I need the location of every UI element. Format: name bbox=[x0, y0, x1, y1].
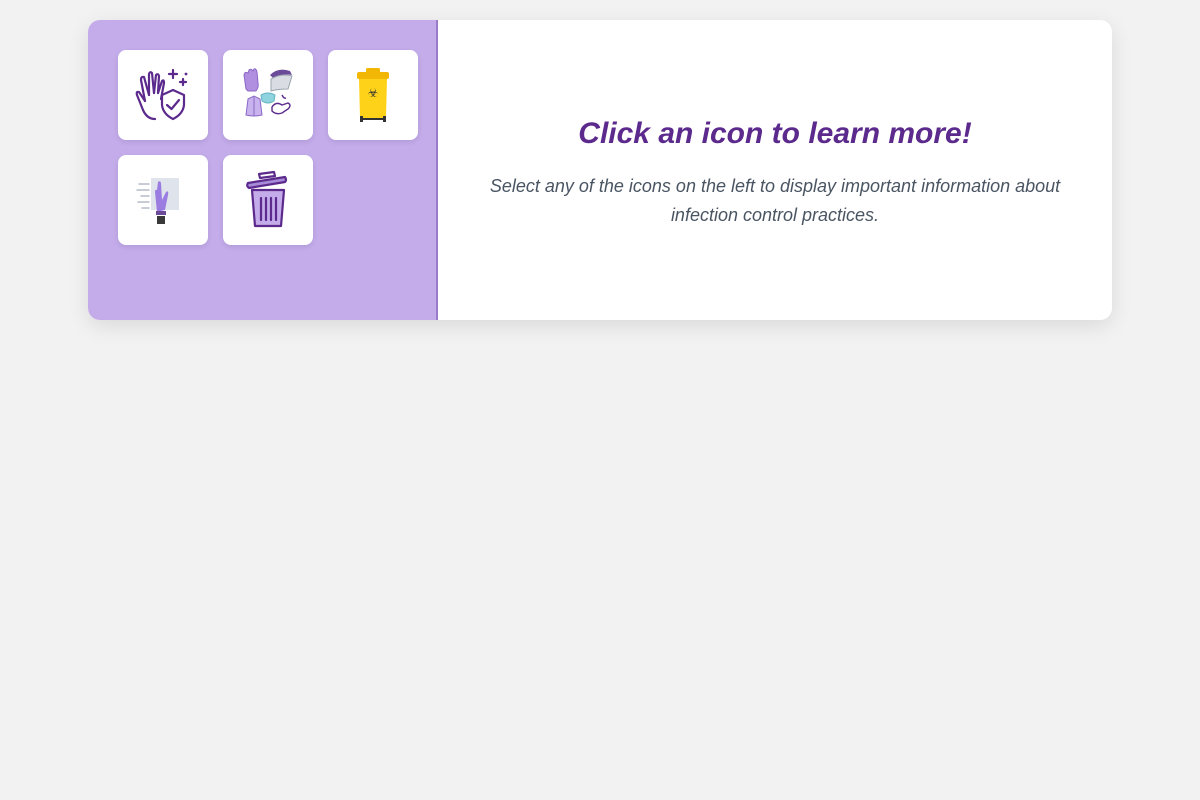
page-title: Click an icon to learn more! bbox=[578, 117, 972, 150]
info-card: ☣ Click an icon to learn more! Select an… bbox=[88, 20, 1112, 320]
svg-text:☣: ☣ bbox=[368, 86, 379, 100]
trash-bin-icon bbox=[238, 170, 298, 230]
tile-glove-removal[interactable] bbox=[118, 155, 208, 245]
biohazard-bin-icon: ☣ bbox=[343, 65, 403, 125]
tile-trash-bin[interactable] bbox=[223, 155, 313, 245]
hand-hygiene-icon bbox=[133, 65, 193, 125]
ppe-icon bbox=[238, 65, 298, 125]
tile-ppe[interactable] bbox=[223, 50, 313, 140]
icon-sidebar: ☣ bbox=[88, 20, 438, 320]
info-panel: Click an icon to learn more! Select any … bbox=[438, 20, 1112, 320]
glove-removal-icon bbox=[133, 170, 193, 230]
tile-biohazard-bin[interactable]: ☣ bbox=[328, 50, 418, 140]
tile-hand-hygiene[interactable] bbox=[118, 50, 208, 140]
instruction-text: Select any of the icons on the left to d… bbox=[489, 176, 1061, 225]
